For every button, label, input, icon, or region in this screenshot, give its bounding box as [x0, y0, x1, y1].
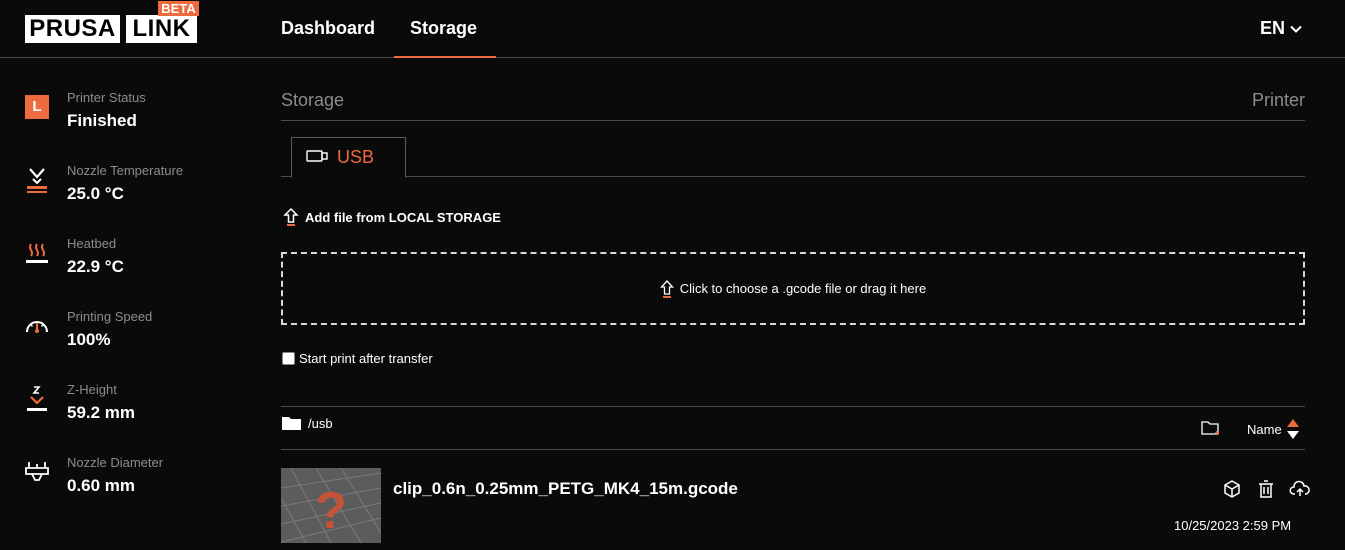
- stat-value: 25.0 °C: [67, 184, 124, 203]
- start-print-after-transfer[interactable]: Start print after transfer: [282, 351, 433, 366]
- checkbox-label: Start print after transfer: [299, 351, 433, 366]
- stat-nozzle-diameter: Nozzle Diameter 0.60 mm: [0, 455, 250, 515]
- stat-value: 22.9 °C: [67, 257, 124, 276]
- stat-label: Nozzle Diameter: [67, 455, 164, 470]
- stat-heatbed: Heatbed 22.9 °C: [0, 236, 250, 296]
- path-label: /usb: [308, 415, 333, 431]
- sort-label: Name: [1247, 421, 1282, 437]
- upload-icon: [659, 279, 674, 298]
- upload-icon: [283, 207, 299, 226]
- nozzle-diameter-icon: [24, 459, 50, 485]
- cloud-upload-icon[interactable]: [1289, 478, 1311, 500]
- prusalink-logo[interactable]: PRUSA LINK BETA: [24, 1, 200, 45]
- breadcrumb-storage: Storage: [281, 90, 345, 110]
- nav-dashboard[interactable]: Dashboard: [281, 18, 375, 39]
- stat-nozzle-temperature: Nozzle Temperature 25.0 °C: [0, 163, 250, 223]
- stat-label: Printer Status: [67, 90, 146, 105]
- stat-value: 0.60 mm: [67, 476, 136, 495]
- add-file-button[interactable]: Add file from LOCAL STORAGE: [283, 207, 501, 227]
- printer-status-icon: L: [24, 94, 50, 120]
- cube-icon[interactable]: [1221, 478, 1243, 500]
- stat-value: 59.2 mm: [67, 403, 136, 422]
- language-selector[interactable]: EN: [1260, 18, 1303, 39]
- stat-printer-status: L Printer Status Finished: [0, 90, 250, 150]
- nozzle-icon: [24, 167, 50, 193]
- language-label: EN: [1260, 18, 1286, 38]
- usb-drive-icon: [306, 149, 328, 167]
- z-height-icon: [24, 386, 50, 412]
- chevron-down-icon: [1290, 25, 1302, 33]
- divider: [281, 406, 1305, 407]
- tab-usb-label: USB: [337, 147, 375, 167]
- heatbed-icon: [24, 240, 50, 266]
- stat-value: 100%: [67, 330, 111, 349]
- nav-storage[interactable]: Storage: [410, 18, 477, 39]
- add-file-label: Add file from LOCAL STORAGE: [305, 209, 501, 225]
- stat-printing-speed: Printing Speed 100%: [0, 309, 250, 369]
- current-path[interactable]: /usb: [281, 414, 333, 432]
- start-print-checkbox[interactable]: [282, 352, 295, 365]
- unknown-preview-icon: ?: [315, 482, 347, 540]
- logo-link: LINK: [126, 15, 197, 43]
- file-name[interactable]: clip_0.6n_0.25mm_PETG_MK4_15m.gcode: [393, 479, 738, 499]
- file-actions: [1221, 478, 1311, 500]
- breadcrumb-printer: Printer: [1251, 90, 1305, 110]
- stat-label: Heatbed: [67, 236, 117, 251]
- stat-label: Nozzle Temperature: [67, 163, 184, 178]
- dropzone-label: Click to choose a .gcode file or drag it…: [679, 281, 927, 296]
- tab-usb[interactable]: USB: [291, 137, 406, 178]
- active-nav-indicator: [394, 56, 496, 58]
- stat-label: Z-Height: [67, 382, 117, 397]
- file-dropzone[interactable]: Click to choose a .gcode file or drag it…: [281, 252, 1305, 325]
- file-thumbnail[interactable]: ?: [281, 468, 381, 543]
- logo-prusa: PRUSA: [25, 15, 120, 43]
- divider: [281, 120, 1305, 121]
- stat-z-height: Z-Height 59.2 mm: [0, 382, 250, 442]
- speedometer-icon: [24, 313, 50, 339]
- file-date: 10/25/2023 2:59 PM: [1174, 518, 1292, 533]
- stat-label: Printing Speed: [67, 309, 153, 324]
- tab-baseline: [281, 176, 1305, 177]
- folder-open-icon: [282, 417, 301, 430]
- trash-icon[interactable]: [1255, 478, 1277, 500]
- sort-arrows-icon: [1286, 419, 1299, 439]
- stat-value: Finished: [67, 111, 137, 130]
- status-badge: L: [25, 95, 49, 119]
- top-bar: PRUSA LINK BETA Dashboard Storage EN: [0, 0, 1345, 58]
- new-folder-icon[interactable]: [1201, 420, 1221, 441]
- divider: [281, 449, 1305, 450]
- beta-badge: BETA: [158, 1, 199, 16]
- sort-by-name[interactable]: Name: [1247, 418, 1300, 440]
